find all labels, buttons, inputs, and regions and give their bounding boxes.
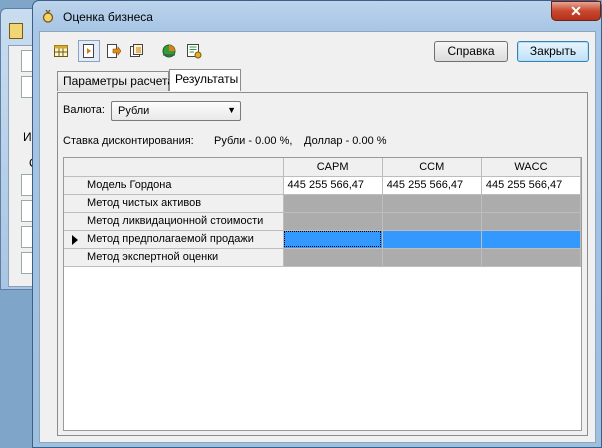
tab-calculation-parameters[interactable]: Параметры расчета [57, 71, 174, 91]
book-icon [9, 23, 23, 39]
settings-icon-button[interactable] [183, 40, 205, 62]
window-title: Оценка бизнеса [63, 10, 153, 24]
medal-icon [42, 9, 54, 23]
results-table: CAPM CCM WACC Модель Гордона 445 255 566… [64, 158, 581, 267]
row-header-net-assets[interactable]: Метод чистых активов [64, 194, 284, 213]
row-header-expected-sale[interactable]: Метод предполагаемой продажи [64, 230, 284, 249]
discount-rate-rub: Рубли - 0.00 %, [214, 135, 293, 147]
window-client-area: Справка Закрыть Параметры расчета Резуль… [39, 31, 596, 443]
open-icon-button[interactable] [78, 40, 100, 62]
business-valuation-window: Оценка бизнеса ✕ Справка Закрыть Парамет… [32, 0, 602, 448]
open-icon [83, 44, 94, 58]
row-header-gordon-model[interactable]: Модель Гордона [64, 176, 284, 195]
chart-icon [162, 44, 176, 58]
chevron-down-icon: ▼ [227, 105, 236, 115]
grid-header-row: CAPM CCM WACC [64, 158, 581, 177]
grid-cell[interactable]: 445 255 566,47 [382, 176, 482, 195]
grid-cell[interactable] [382, 248, 482, 267]
grid-cell[interactable]: 445 255 566,47 [283, 176, 383, 195]
title-bar[interactable]: Оценка бизнеса ✕ [33, 1, 601, 31]
table-row[interactable]: Модель Гордона 445 255 566,47 445 255 56… [64, 176, 581, 195]
export-icon-button[interactable] [102, 40, 124, 62]
help-button[interactable]: Справка [434, 41, 508, 62]
grid-corner-cell [64, 158, 284, 177]
chart-icon-button[interactable] [158, 40, 180, 62]
currency-select[interactable]: Рубли ▼ [111, 101, 241, 121]
grid-cell[interactable] [283, 194, 383, 213]
grid-cell[interactable] [283, 212, 383, 231]
currency-label: Валюта: [63, 104, 105, 116]
table-icon [54, 45, 68, 57]
grid-cell[interactable] [382, 230, 482, 249]
grid-cell[interactable] [481, 212, 581, 231]
column-header-capm[interactable]: CAPM [283, 158, 383, 177]
tab-results[interactable]: Результаты [169, 69, 241, 91]
currency-value: Рубли [118, 105, 150, 117]
background-text: И [23, 130, 32, 144]
results-grid[interactable]: CAPM CCM WACC Модель Гордона 445 255 566… [63, 157, 582, 431]
save-all-icon [130, 44, 143, 57]
grid-cell[interactable] [382, 194, 482, 213]
discount-rate-usd: Доллар - 0.00 % [304, 135, 387, 147]
column-header-ccm[interactable]: CCM [382, 158, 482, 177]
grid-cell[interactable] [382, 212, 482, 231]
save-all-icon-button[interactable] [126, 40, 148, 62]
grid-cell[interactable] [481, 230, 581, 249]
column-header-wacc[interactable]: WACC [481, 158, 581, 177]
table-row-selected[interactable]: Метод предполагаемой продажи [64, 230, 581, 249]
row-indicator-icon [72, 234, 78, 245]
grid-cell[interactable] [283, 248, 383, 267]
grid-cell[interactable] [481, 248, 581, 267]
table-row[interactable]: Метод чистых активов [64, 194, 581, 213]
discount-rate-label: Ставка дисконтирования: [63, 135, 194, 147]
row-label: Метод предполагаемой продажи [87, 233, 254, 245]
results-panel: Валюта: Рубли ▼ Ставка дисконтирования: … [57, 92, 588, 436]
grid-cell[interactable]: 445 255 566,47 [481, 176, 581, 195]
table-icon-button[interactable] [50, 40, 72, 62]
table-row[interactable]: Метод экспертной оценки [64, 248, 581, 267]
grid-cell[interactable] [481, 194, 581, 213]
close-button[interactable]: Закрыть [517, 41, 589, 62]
row-header-expert-evaluation[interactable]: Метод экспертной оценки [64, 248, 284, 267]
grid-cell-current[interactable] [283, 230, 383, 249]
row-header-liquidation-value[interactable]: Метод ликвидационной стоимости [64, 212, 284, 231]
window-close-button[interactable]: ✕ [551, 1, 601, 21]
settings-icon [187, 44, 202, 59]
export-icon [107, 44, 121, 58]
table-row[interactable]: Метод ликвидационной стоимости [64, 212, 581, 231]
